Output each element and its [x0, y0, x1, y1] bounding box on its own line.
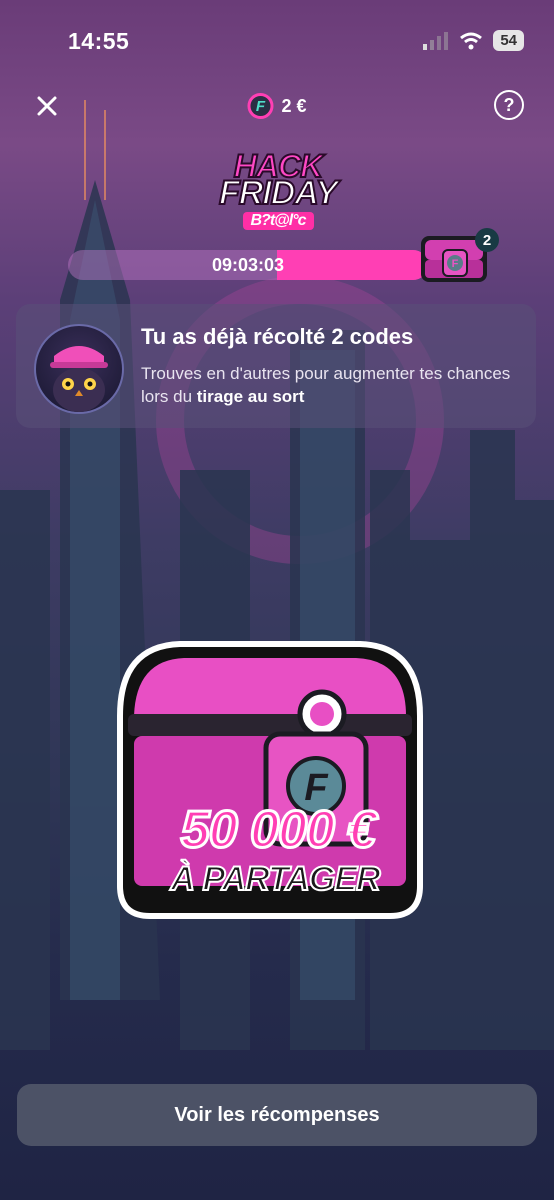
help-button[interactable]: ?	[494, 90, 524, 120]
hack-friday-logo: HACK FRIDAY B?t@l°c	[193, 149, 363, 230]
timer-text: 09:03:03	[211, 255, 285, 275]
view-rewards-button[interactable]: Voir les récompenses	[17, 1084, 537, 1146]
wifi-icon	[460, 32, 483, 49]
codes-description: Trouves en d'autres pour augmenter tes c…	[141, 362, 521, 408]
prize-caption: À PARTAGER	[169, 859, 381, 899]
balance-display: F 2 €	[247, 93, 307, 119]
help-icon: ?	[503, 94, 515, 115]
svg-text:F: F	[452, 258, 459, 270]
close-icon[interactable]	[33, 92, 63, 122]
top-navigation: F 2 € ?	[0, 90, 554, 126]
battery-icon: 54	[493, 30, 524, 51]
status-icons: 54	[423, 30, 524, 51]
coin-icon: F	[247, 93, 274, 119]
status-time: 14:55	[68, 28, 130, 54]
codes-info-card: Tu as déjà récolté 2 codes Trouves en d'…	[16, 304, 536, 428]
codes-count-badge: 2	[475, 228, 499, 252]
owl-avatar	[34, 324, 124, 414]
status-bar: 14:55 54	[0, 0, 554, 80]
countdown-timer: 09:03:03	[68, 250, 428, 280]
logo-line-friday: FRIDAY	[218, 174, 339, 212]
codes-description-bold: tirage au sort	[196, 387, 305, 406]
logo-brand: B?t@l°c	[242, 212, 314, 230]
balance-amount: 2 €	[281, 95, 307, 116]
prize-amount: 50 000 €	[179, 800, 377, 861]
view-rewards-label: Voir les récompenses	[174, 1103, 380, 1126]
signal-icon	[423, 31, 449, 50]
codes-title: Tu as déjà récolté 2 codes	[141, 324, 414, 349]
